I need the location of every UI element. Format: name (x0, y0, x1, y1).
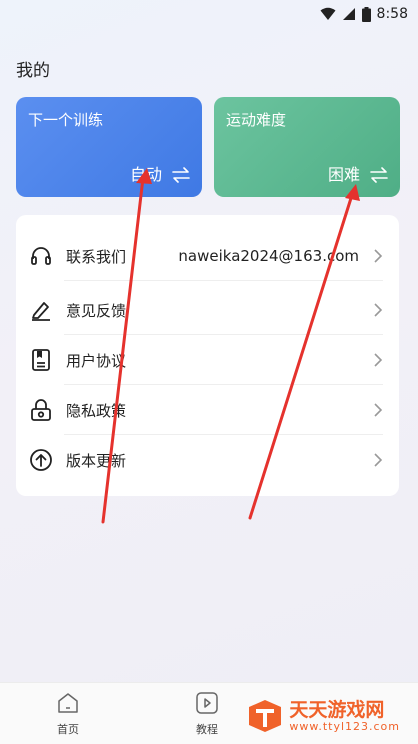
chevron-right-icon (374, 353, 383, 367)
nav-item-tutorial[interactable]: 教程 (177, 691, 237, 737)
menu-item-feedback[interactable]: 意见反馈 (16, 285, 399, 335)
watermark-title: 天天游戏网 (289, 698, 385, 721)
contact-email: naweika2024@163.com (178, 247, 359, 265)
watermark: 天天游戏网 www.ttyl123.com (247, 694, 400, 738)
chevron-right-icon (374, 249, 383, 263)
chevron-right-icon (374, 303, 383, 317)
card-title: 下一个训练 (28, 111, 104, 129)
status-time: 8:58 (376, 6, 408, 22)
menu-item-contact[interactable]: 联系我们 naweika2024@163.com (16, 231, 399, 281)
card-value: 自动 (129, 165, 162, 184)
nav-label: 首页 (57, 723, 79, 736)
nav-label: 教程 (196, 723, 218, 736)
menu-item-label: 版本更新 (66, 451, 127, 470)
swap-icon[interactable] (172, 167, 190, 183)
page-title: 我的 (16, 61, 50, 81)
document-icon (28, 347, 54, 373)
wifi-icon (320, 7, 336, 20)
lock-icon (28, 397, 54, 423)
arrow-up-circle-icon (28, 447, 54, 473)
menu-item-label: 联系我们 (66, 247, 127, 266)
menu-item-label: 用户协议 (66, 351, 127, 370)
card-title: 运动难度 (226, 111, 287, 129)
settings-menu: 联系我们 naweika2024@163.com 意见反馈 用户协议 隐私政策 … (16, 215, 399, 496)
menu-item-version-update[interactable]: 版本更新 (16, 435, 399, 485)
menu-item-label: 隐私政策 (66, 401, 127, 420)
battery-icon (361, 6, 371, 22)
exercise-difficulty-card[interactable]: 运动难度 困难 (214, 97, 400, 197)
headset-icon (28, 243, 54, 269)
home-icon (58, 693, 78, 713)
signal-icon (342, 8, 355, 20)
bottom-nav: 首页 教程 天天游戏网 www.ttyl123.com (0, 682, 418, 744)
menu-item-user-agreement[interactable]: 用户协议 (16, 335, 399, 385)
watermark-logo (249, 700, 282, 732)
play-icon (196, 692, 218, 714)
chevron-right-icon (374, 453, 383, 467)
swap-icon[interactable] (370, 167, 388, 183)
status-bar: 8:58 (0, 0, 418, 28)
menu-item-label: 意见反馈 (66, 301, 127, 320)
divider (64, 280, 383, 281)
card-value: 困难 (327, 165, 360, 184)
menu-item-privacy-policy[interactable]: 隐私政策 (16, 385, 399, 435)
nav-item-home[interactable]: 首页 (38, 691, 98, 737)
next-training-card[interactable]: 下一个训练 自动 (16, 97, 202, 197)
watermark-url: www.ttyl123.com (289, 719, 400, 733)
chevron-right-icon (374, 403, 383, 417)
pen-icon (28, 297, 54, 323)
